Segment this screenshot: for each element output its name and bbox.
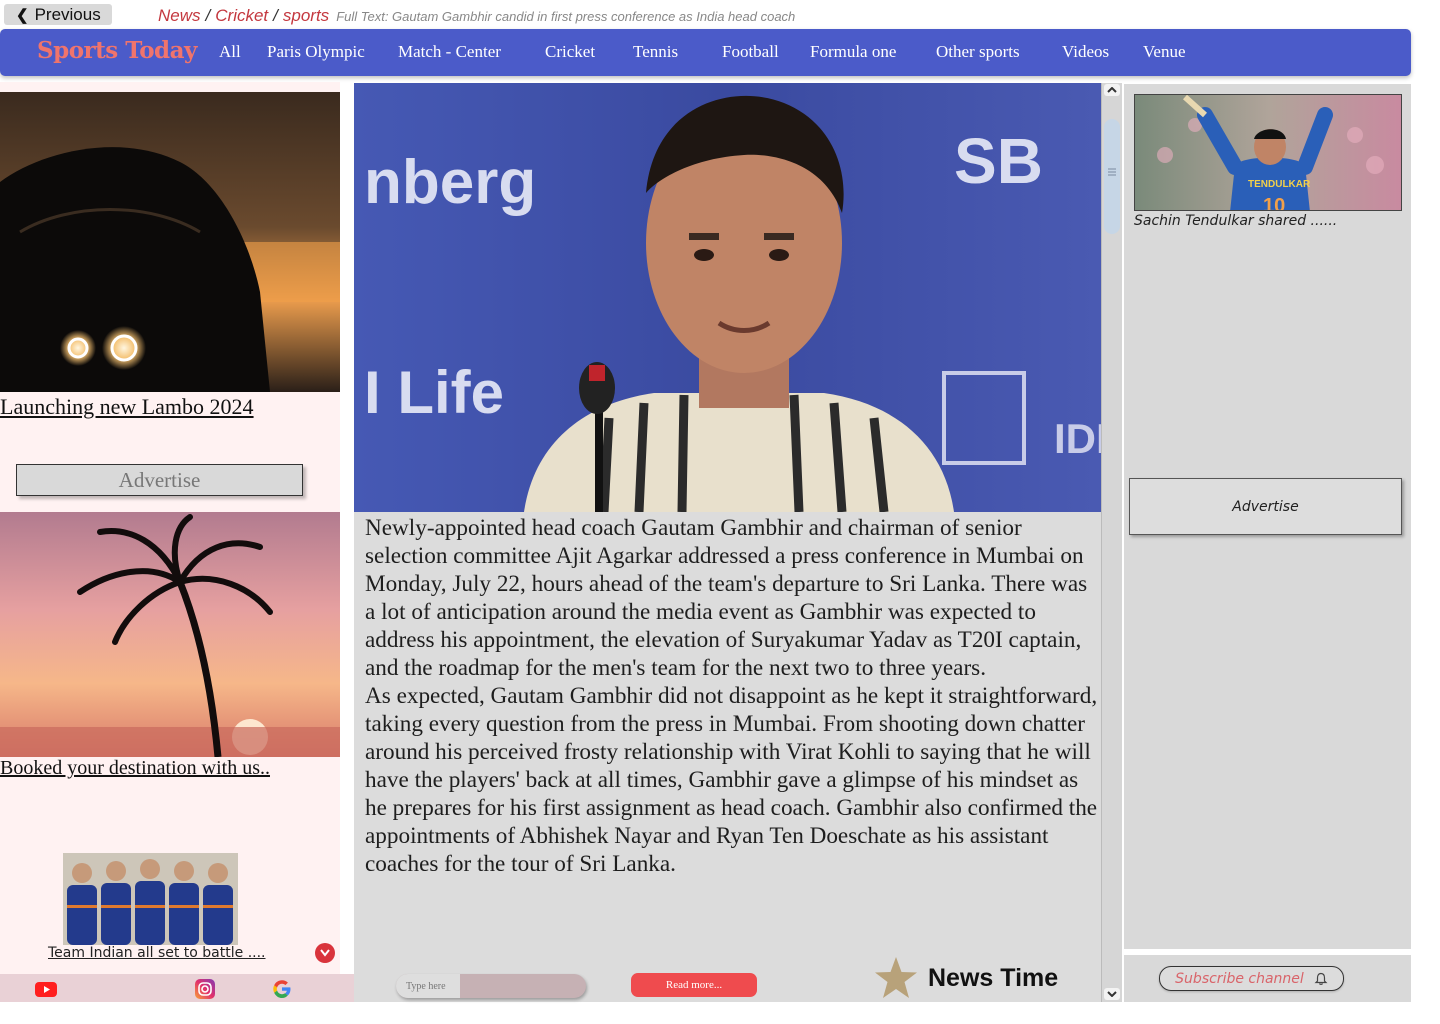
scroll-down-button[interactable]	[315, 943, 335, 963]
chevron-up-icon	[1107, 87, 1117, 93]
youtube-icon[interactable]	[35, 979, 57, 999]
destination-article-title[interactable]: Booked your destination with us..	[0, 757, 270, 780]
team-india-image[interactable]	[63, 853, 238, 945]
chevron-down-icon	[320, 949, 330, 957]
nav-item-match-center[interactable]: Match - Center	[398, 42, 501, 62]
news-time-label: News Time	[928, 964, 1059, 992]
scroll-down-arrow[interactable]	[1104, 988, 1120, 1000]
comment-input-placeholder: Type here	[396, 974, 460, 998]
comment-input[interactable]: Type here	[396, 974, 586, 998]
advertise-button-right[interactable]: Advertise	[1129, 478, 1402, 535]
subscribe-label: Subscribe channel	[1175, 970, 1304, 987]
breadcrumb: News / Cricket / sports Full Text: Gauta…	[158, 6, 795, 28]
article-body: Newly-appointed head coach Gautam Gambhi…	[365, 514, 1101, 878]
subscribe-channel-button[interactable]: Subscribe channel	[1159, 966, 1344, 991]
svg-text:10: 10	[1263, 195, 1285, 211]
read-more-button[interactable]: Read more...	[631, 973, 757, 997]
nav-item-cricket[interactable]: Cricket	[545, 42, 595, 62]
chevron-left-icon: ❮	[16, 6, 29, 24]
svg-text:nberg: nberg	[364, 148, 536, 217]
svg-text:I Life: I Life	[364, 359, 504, 426]
team-india-article-title[interactable]: Team Indian all set to battle ....	[48, 945, 266, 961]
google-icon[interactable]	[272, 979, 294, 999]
svg-text:TENDULKAR: TENDULKAR	[1248, 179, 1311, 190]
previous-button[interactable]: ❮ Previous	[4, 4, 112, 25]
main-navbar: Sports Today All Paris Olympic Match - C…	[0, 29, 1411, 76]
sachin-article-title[interactable]: Sachin Tendulkar shared ......	[1134, 213, 1337, 229]
breadcrumb-cricket[interactable]: Cricket	[215, 6, 268, 26]
nav-item-venue[interactable]: Venue	[1143, 42, 1185, 62]
instagram-icon[interactable]	[195, 979, 217, 999]
breadcrumb-separator: /	[205, 6, 211, 25]
nav-item-tennis[interactable]: Tennis	[633, 42, 678, 62]
site-logo[interactable]: Sports Today	[37, 37, 197, 64]
scroll-up-arrow[interactable]	[1104, 84, 1120, 96]
advertise-button-left[interactable]: Advertise	[16, 464, 303, 496]
chevron-down-icon	[1107, 991, 1117, 997]
nav-item-football[interactable]: Football	[722, 42, 779, 62]
star-icon	[873, 955, 919, 1001]
sachin-tendulkar-image[interactable]: TENDULKAR 10	[1134, 94, 1402, 211]
palm-sunset-image[interactable]	[0, 512, 340, 757]
nav-item-other-sports[interactable]: Other sports	[936, 42, 1020, 62]
nav-item-formula-one[interactable]: Formula one	[810, 42, 896, 62]
breadcrumb-sports[interactable]: sports	[283, 6, 329, 26]
article-paragraph: Newly-appointed head coach Gautam Gambhi…	[365, 515, 1088, 681]
nav-item-all[interactable]: All	[219, 42, 241, 62]
article-full-title: Full Text: Gautam Gambhir candid in firs…	[336, 9, 796, 24]
breadcrumb-news[interactable]: News	[158, 6, 201, 26]
bell-icon	[1314, 972, 1328, 985]
car-image[interactable]	[0, 92, 340, 392]
nav-item-paris-olympic[interactable]: Paris Olympic	[267, 42, 365, 62]
nav-item-videos[interactable]: Videos	[1062, 42, 1109, 62]
gambhir-hero-image: nberg I Life SB IDI	[354, 83, 1101, 512]
article-paragraph: As expected, Gautam Gambhir did not disa…	[365, 683, 1098, 877]
previous-label: Previous	[34, 4, 101, 24]
grip-icon	[1108, 168, 1116, 176]
breadcrumb-separator: /	[273, 6, 278, 25]
svg-text:IDI: IDI	[1054, 415, 1101, 462]
car-article-title[interactable]: Launching new Lambo 2024	[0, 394, 254, 420]
scrollbar-thumb[interactable]	[1104, 119, 1120, 234]
svg-text:SB: SB	[954, 125, 1043, 197]
